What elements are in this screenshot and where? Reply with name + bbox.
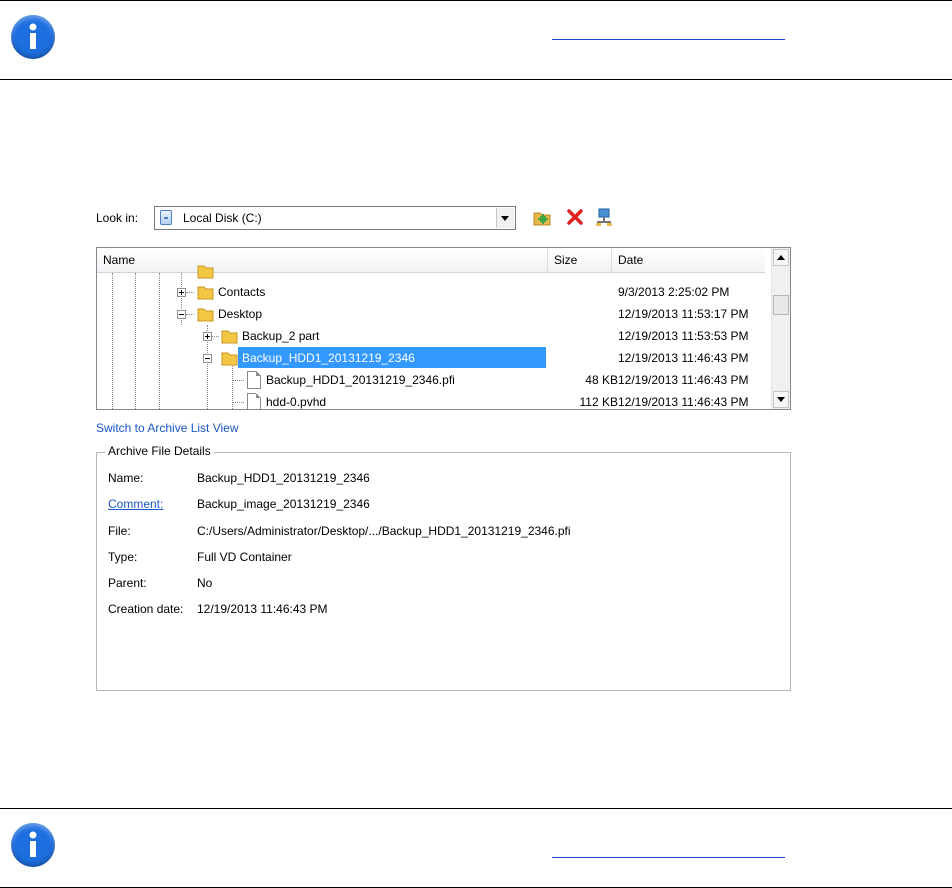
item-size: 112 KB: [579, 395, 618, 409]
info-icon: [11, 823, 55, 867]
type-label: Type:: [108, 550, 138, 564]
info-note-top: [0, 0, 952, 80]
archive-file-details: Archive File Details Name: Backup_HDD1_2…: [96, 444, 791, 691]
file-tree-list[interactable]: Name Size Date Contacts 9/3/2013 2:25:02…: [96, 247, 791, 410]
item-name: hdd-0.pvhd: [266, 395, 327, 409]
comment-link[interactable]: Comment:: [108, 497, 163, 511]
created-value: 12/19/2013 11:46:43 PM: [197, 602, 328, 616]
tree-guide: [233, 380, 244, 381]
folder-icon: [197, 308, 214, 322]
look-in-dropdown-button[interactable]: [496, 208, 514, 228]
new-folder-icon[interactable]: [532, 207, 552, 227]
folder-icon: [197, 286, 214, 300]
type-value: Full VD Container: [197, 550, 292, 564]
look-in-label: Look in:: [96, 211, 139, 225]
list-item[interactable]: hdd-0.pvhd 112 KB 12/19/2013 11:46:43 PM: [97, 391, 773, 409]
network-icon[interactable]: [594, 207, 614, 227]
look-in-value: Local Disk (C:): [183, 211, 262, 225]
list-item[interactable]: Backup_2 part 12/19/2013 11:53:53 PM: [97, 325, 773, 347]
item-date: 12/19/2013 11:46:43 PM: [618, 395, 749, 409]
switch-to-archive-list-link[interactable]: Switch to Archive List View: [96, 421, 239, 435]
name-value: Backup_HDD1_20131219_2346: [197, 471, 370, 485]
item-date: 12/19/2013 11:46:43 PM: [618, 351, 749, 365]
note-link[interactable]: [552, 39, 785, 40]
parent-value: No: [197, 576, 213, 590]
item-date: 12/19/2013 11:53:53 PM: [618, 329, 749, 343]
folder-icon: [221, 330, 238, 344]
scroll-thumb[interactable]: [773, 295, 789, 315]
file-icon: [247, 371, 261, 389]
item-name: Desktop: [218, 307, 263, 321]
look-in-combo[interactable]: Local Disk (C:): [154, 206, 516, 230]
comment-value: Backup_image_20131219_2346: [197, 497, 370, 511]
arrow-down-icon: [777, 397, 785, 402]
selection-highlight: Backup_HDD1_20131219_2346: [238, 347, 546, 368]
scroll-up-button[interactable]: [773, 249, 789, 266]
item-name: Contacts: [218, 285, 266, 299]
list-item[interactable]: Contacts 9/3/2013 2:25:02 PM: [97, 281, 773, 303]
delete-icon[interactable]: [565, 207, 585, 227]
list-item[interactable]: Backup_HDD1_20131219_2346.pfi 48 KB 12/1…: [97, 369, 773, 391]
expand-icon[interactable]: [203, 332, 212, 341]
collapse-icon[interactable]: [177, 310, 186, 319]
item-date: 12/19/2013 11:46:43 PM: [618, 373, 749, 387]
file-icon: [247, 393, 261, 409]
list-item[interactable]: Desktop 12/19/2013 11:53:17 PM: [97, 303, 773, 325]
folder-icon: [221, 352, 238, 366]
arrow-up-icon: [777, 255, 785, 260]
item-name: Backup_2 part: [242, 329, 320, 343]
chevron-down-icon: [501, 216, 509, 221]
info-note-bottom: [0, 808, 952, 888]
note-link[interactable]: [552, 857, 785, 858]
file-label: File:: [108, 524, 131, 538]
scroll-down-button[interactable]: [773, 391, 789, 408]
tree-guide: [186, 314, 194, 315]
item-name: Backup_HDD1_20131219_2346.pfi: [266, 373, 455, 387]
collapse-icon[interactable]: [203, 354, 212, 363]
tree-guide: [212, 336, 219, 337]
file-value: C:/Users/Administrator/Desktop/.../Backu…: [197, 524, 571, 538]
parent-label: Parent:: [108, 576, 147, 590]
created-label: Creation date:: [108, 602, 184, 616]
item-date: 12/19/2013 11:53:17 PM: [618, 307, 749, 321]
name-label: Name:: [108, 471, 144, 485]
item-date: 9/3/2013 2:25:02 PM: [618, 285, 730, 299]
tree-guide: [186, 292, 194, 293]
info-icon: [11, 15, 55, 59]
tree-guide: [233, 402, 244, 403]
expand-icon[interactable]: [177, 288, 186, 297]
item-name: Backup_HDD1_20131219_2346: [242, 351, 415, 365]
list-item-selected[interactable]: Backup_HDD1_20131219_2346 12/19/2013 11:…: [97, 347, 773, 369]
local-disk-icon: [160, 210, 172, 225]
details-title: Archive File Details: [105, 444, 214, 458]
vertical-scrollbar[interactable]: [771, 248, 790, 409]
item-size: 48 KB: [585, 373, 618, 387]
